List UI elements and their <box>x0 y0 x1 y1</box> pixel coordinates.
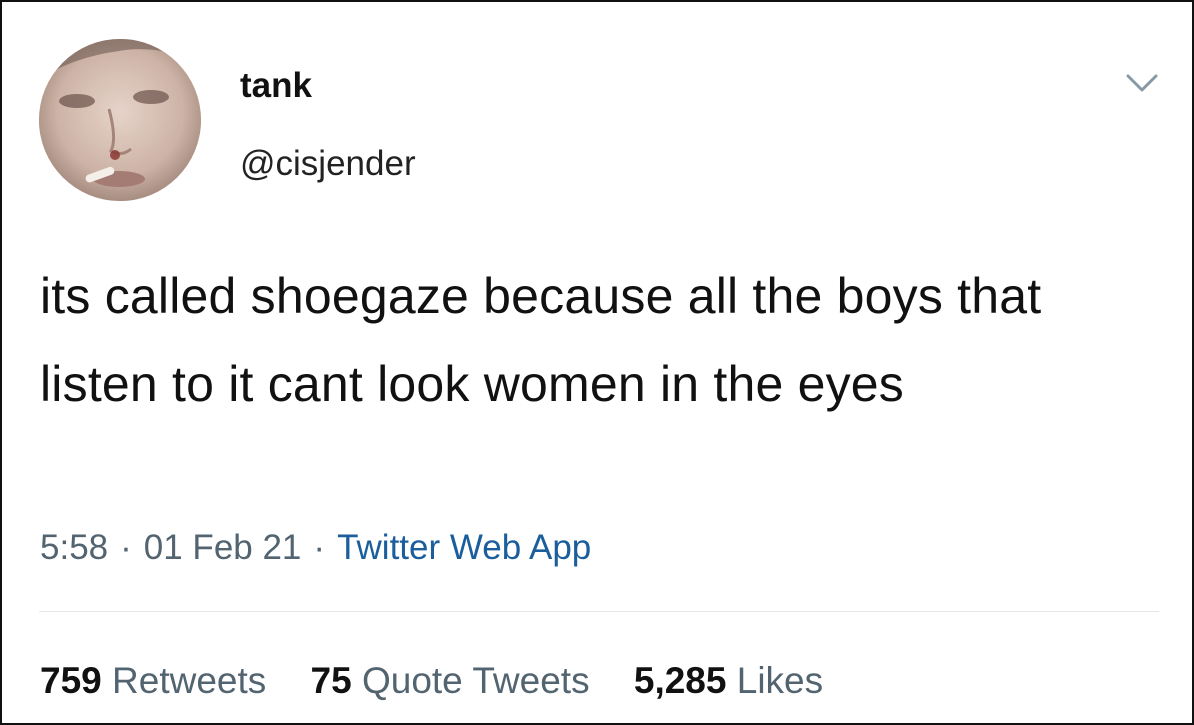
tweet-text: its called shoegaze because all the boys… <box>40 268 1042 412</box>
author-handle[interactable]: @cisjender <box>240 142 416 186</box>
quote-tweets-stat[interactable]: 75 Quote Tweets <box>311 658 590 704</box>
tweet-stats: 759 Retweets 75 Quote Tweets 5,285 Likes <box>40 658 857 704</box>
likes-count: 5,285 <box>633 660 727 701</box>
tweet-time[interactable]: 5:58 <box>40 528 108 567</box>
tweet-metadata: 5:58 · 01 Feb 21 · Twitter Web App <box>40 526 591 570</box>
quote-tweets-label: Quote Tweets <box>361 660 590 701</box>
separator-dot: · <box>313 528 326 567</box>
quote-tweets-count: 75 <box>310 660 352 701</box>
profile-photo <box>39 39 201 201</box>
tweet-card: tank @cisjender its called shoegaze beca… <box>0 0 1194 725</box>
chevron-down-icon[interactable] <box>1122 68 1162 98</box>
retweets-label: Retweets <box>112 660 267 701</box>
author-display-name[interactable]: tank <box>240 64 312 108</box>
retweets-count: 759 <box>40 660 102 701</box>
tweet-date[interactable]: 01 Feb 21 <box>144 528 302 567</box>
retweets-stat[interactable]: 759 Retweets <box>40 658 266 704</box>
tweet-source-link[interactable]: Twitter Web App <box>337 528 591 567</box>
avatar[interactable] <box>39 39 201 201</box>
separator-dot: · <box>120 528 132 567</box>
divider <box>39 611 1159 612</box>
likes-stat[interactable]: 5,285 Likes <box>634 658 823 704</box>
likes-label: Likes <box>736 660 824 701</box>
